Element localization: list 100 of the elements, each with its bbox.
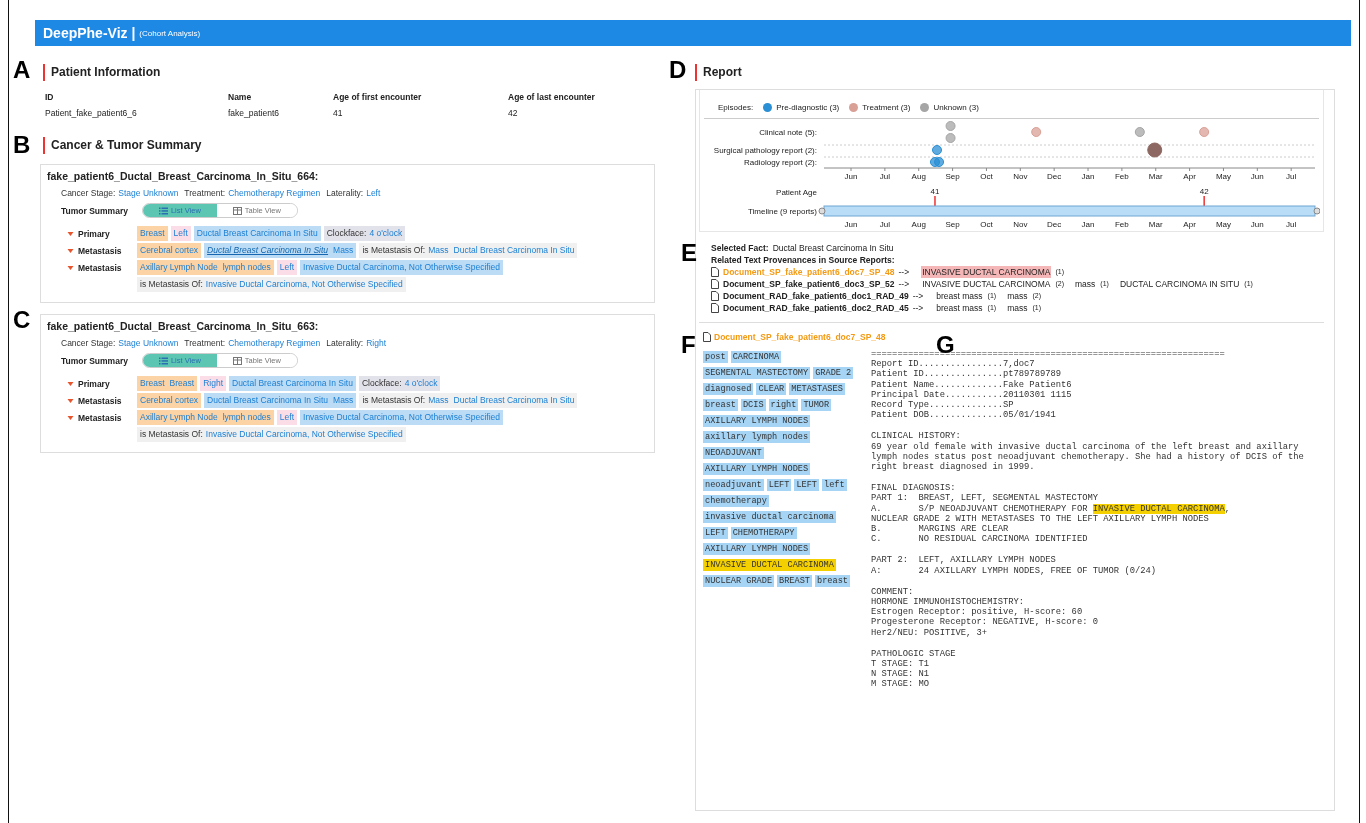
tag-label: is Metastasis Of: — [362, 245, 426, 256]
term-tag[interactable]: AXILLARY LYMPH NODES — [703, 463, 811, 475]
document-link[interactable]: Document_RAD_fake_patient6_doc2_RAD_45 — [723, 302, 909, 314]
document-link[interactable]: Document_SP_fake_patient6_doc3_SP_52 — [723, 278, 895, 290]
term-tag[interactable]: right — [768, 399, 799, 411]
term-tag[interactable]: post — [703, 351, 728, 363]
attribute-link[interactable]: Left — [366, 188, 381, 198]
document-link[interactable]: Document_RAD_fake_patient6_doc1_RAD_49 — [723, 290, 909, 302]
axis-tick-label: Jun — [1250, 220, 1264, 229]
age-label: 41 — [930, 187, 940, 196]
figure-panel-label: A — [13, 58, 31, 82]
provenance-term[interactable]: mass — [1006, 290, 1029, 302]
report-dot[interactable] — [945, 121, 956, 131]
report-dot[interactable] — [934, 157, 945, 167]
term-tag[interactable]: GRADE 2 — [813, 367, 854, 379]
term-tag[interactable]: NUCLEAR GRADE — [703, 575, 775, 587]
tumor-type-label: Metastasis — [78, 412, 122, 423]
figure-panel-label: F — [681, 333, 696, 357]
term-tag[interactable]: breast — [815, 575, 850, 587]
term-link[interactable]: Ductal Breast Carcinoma In Situ — [453, 245, 575, 256]
provenance-term[interactable]: mass — [1006, 302, 1029, 314]
brush-handle[interactable] — [1313, 207, 1320, 215]
term-link[interactable]: Mass — [428, 395, 449, 406]
app-title: DeepPhe-Viz | — [43, 25, 136, 41]
term-tag[interactable]: CLEAR — [756, 383, 787, 395]
provenance-term[interactable]: INVASIVE DUCTAL CARCINOMA — [921, 278, 1052, 290]
report-dot[interactable] — [932, 145, 942, 155]
term-tag[interactable]: invasive ductal carcinoma — [703, 511, 836, 523]
term-tag[interactable]: CHEMOTHERAPY — [730, 527, 797, 539]
axis-tick-label: Mar — [1148, 220, 1163, 229]
provenance-term[interactable]: DUCTAL CARCINOMA IN SITU — [1118, 278, 1241, 290]
report-line: lymph nodes status post neoadjuvant chemotherapy. She had a history of DCIS of the — [871, 451, 1304, 462]
term-link[interactable]: Mass — [428, 245, 449, 256]
legend-item[interactable]: Pre-diagnostic (3) — [776, 103, 840, 112]
report-dot[interactable] — [1031, 127, 1042, 137]
row-label: Timeline (9 reports) — [747, 207, 817, 216]
term-tag[interactable]: breast — [703, 399, 738, 411]
provenance-term[interactable]: mass — [1074, 278, 1097, 290]
provenance-term[interactable]: breast mass — [935, 302, 984, 314]
attribute-link[interactable]: Chemotherapy Regimen — [228, 188, 321, 198]
attribute-link[interactable]: Right — [366, 338, 386, 348]
provenance-term[interactable]: breast mass — [935, 290, 984, 302]
term-tag[interactable]: LEFT — [703, 527, 728, 539]
report-line: PART 2: LEFT, AXILLARY LYMPH NODES — [871, 555, 1057, 566]
field-value: 42 — [508, 108, 519, 118]
term-tag[interactable]: AXILLARY LYMPH NODES — [703, 415, 811, 427]
axis-tick-label: Jan — [1081, 172, 1095, 181]
attribute-link[interactable]: Stage Unknown — [118, 338, 179, 348]
report-line: HORMONE IMMUNOHISTOCHEMISTRY: — [871, 597, 1026, 608]
report-dot[interactable] — [945, 133, 956, 143]
report-dot[interactable] — [1147, 142, 1163, 158]
caret-icon[interactable] — [67, 230, 74, 237]
term-tag[interactable]: CARCINOMA — [730, 351, 782, 363]
term-tag[interactable]: NEOADJUVANT — [703, 447, 764, 459]
axis-tick-label: Jul — [879, 220, 890, 229]
tag-label: is Metastasis Of: — [140, 279, 203, 290]
legend-item[interactable]: Unknown (3) — [933, 103, 979, 112]
axis-tick-label: Dec — [1047, 172, 1062, 181]
term-tag[interactable]: LEFT — [794, 479, 819, 491]
term-tag[interactable]: INVASIVE DUCTAL CARCINOMA — [703, 559, 836, 571]
report-line: B. MARGINS ARE CLEAR — [871, 524, 1010, 535]
report-dot[interactable] — [1199, 127, 1210, 137]
term-tag[interactable]: chemotherapy — [703, 495, 769, 507]
term-link[interactable]: Ductal Breast Carcinoma In Situ — [207, 245, 329, 256]
report-line: 69 year old female with invasive ductal carcinoma of the left breast and axillary — [871, 441, 1300, 452]
term-tag[interactable]: axillary lymph nodes — [703, 431, 811, 443]
caret-icon[interactable] — [67, 264, 74, 271]
attribute-link[interactable]: Chemotherapy Regimen — [228, 338, 321, 348]
list-icon — [158, 206, 168, 215]
axis-tick-label: Jun — [1250, 172, 1264, 181]
tag-label: is Metastasis Of: — [140, 429, 203, 440]
section-heading: Cancer & Tumor Summary — [43, 137, 660, 154]
legend-item[interactable]: Treatment (3) — [862, 103, 911, 112]
attribute-link[interactable]: Stage Unknown — [118, 188, 179, 198]
app-subtitle: (Cohort Analysis) — [139, 28, 201, 38]
caret-icon[interactable] — [67, 414, 74, 421]
term-tag[interactable]: LEFT — [766, 479, 792, 491]
term-tag[interactable]: BREAST — [777, 575, 812, 587]
age-marker — [934, 196, 936, 206]
provenance-term[interactable]: INVASIVE DUCTAL CARCINOMA — [921, 266, 1052, 278]
age-marker — [1203, 196, 1205, 206]
brush-handle[interactable] — [818, 207, 826, 215]
caret-icon[interactable] — [67, 380, 74, 387]
term-link[interactable]: Invasive Ductal Carcinoma, Not Otherwise Specified — [205, 279, 403, 290]
term-tag[interactable]: left — [822, 479, 847, 491]
term-link[interactable]: Invasive Ductal Carcinoma, Not Otherwise Specified — [205, 429, 403, 440]
term-tag[interactable]: diagnosed — [703, 383, 754, 395]
legend-label: Episodes: — [718, 103, 754, 112]
report-dot[interactable] — [1134, 127, 1145, 137]
caret-icon[interactable] — [67, 397, 74, 404]
tumor-type-label: Metastasis — [78, 245, 122, 256]
term-tag[interactable]: METASTASES — [789, 383, 845, 395]
provenance-title: Related Text Provenances in Source Reports: — [711, 254, 896, 266]
term-tag[interactable]: neoadjuvant — [703, 479, 764, 491]
term-tag[interactable]: SEGMENTAL MASTECTOMY — [703, 367, 811, 379]
term-tag[interactable]: AXILLARY LYMPH NODES — [703, 543, 811, 555]
term-link[interactable]: Ductal Breast Carcinoma In Situ — [453, 395, 575, 406]
term-tag[interactable]: TUMOR — [801, 399, 832, 411]
term-tag[interactable]: DCIS — [740, 399, 766, 411]
caret-icon[interactable] — [67, 247, 74, 254]
